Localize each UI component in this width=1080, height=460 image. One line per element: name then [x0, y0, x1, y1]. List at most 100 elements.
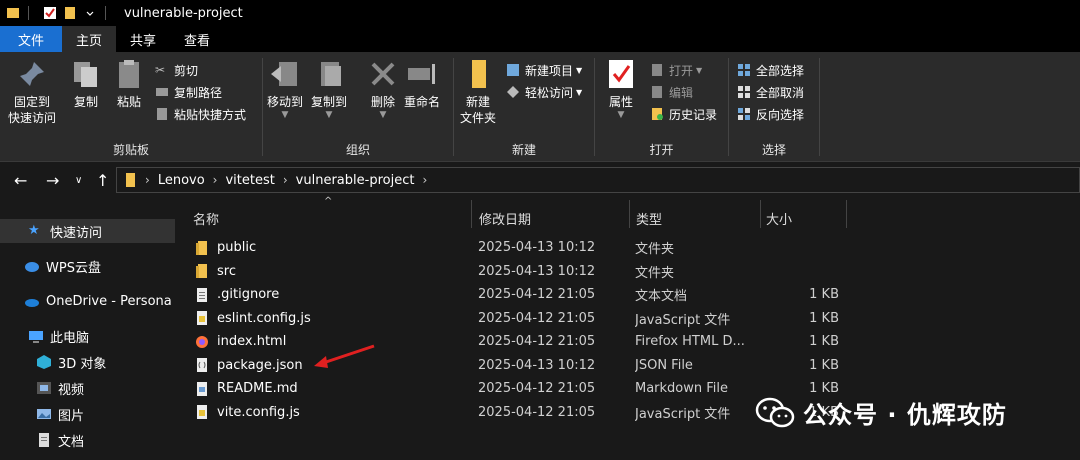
history-button[interactable]: 历史记录: [650, 104, 717, 124]
delete-x-icon: [371, 62, 395, 86]
tab-view[interactable]: 查看: [170, 26, 224, 52]
pin-to-quick-access-button[interactable]: 固定到 快速访问: [8, 58, 56, 126]
copy-to-button[interactable]: 复制到 ▼: [311, 58, 347, 120]
file-type: JSON File: [635, 357, 693, 373]
delete-button[interactable]: 删除 ▼: [367, 58, 399, 120]
open-group: 属性 ▼ 打开 ▼ 编辑 历史记录 打开: [595, 52, 728, 162]
address-row: ← → ∨ ↑ › Lenovo › vitetest › vulnerable…: [0, 163, 1080, 197]
open-button[interactable]: 打开 ▼: [650, 60, 702, 80]
file-name-cell[interactable]: README.md: [195, 377, 475, 401]
chevron-down-icon: ▼: [696, 65, 703, 75]
back-arrow-icon[interactable]: ←: [14, 171, 27, 190]
easy-access-icon: [507, 86, 519, 98]
markdown-file-icon: [195, 381, 209, 397]
copy-path-icon: [156, 88, 168, 96]
breadcrumb-lenovo[interactable]: Lenovo: [158, 173, 205, 188]
divider: [846, 200, 847, 228]
properties-check-icon[interactable]: [43, 6, 57, 20]
address-bar[interactable]: › Lenovo › vitetest › vulnerable-project…: [116, 167, 1080, 193]
select-none-label: 全部取消: [756, 85, 805, 100]
nav-documents[interactable]: 文档: [0, 428, 175, 452]
edit-button[interactable]: 编辑: [650, 82, 693, 102]
paste-button[interactable]: 粘贴: [113, 58, 145, 110]
computer-icon: [29, 331, 43, 343]
move-to-label: 移动到: [267, 95, 304, 109]
file-row[interactable]: public 2025-04-13 10:12 文件夹: [183, 236, 1080, 260]
new-folder-icon[interactable]: [63, 6, 77, 20]
select-all-button[interactable]: 全部选择: [737, 60, 804, 80]
nav-quick-access[interactable]: ★ 快速访问: [0, 219, 175, 243]
paste-shortcut-button[interactable]: 粘贴快捷方式: [155, 104, 246, 124]
column-header-date[interactable]: 修改日期: [479, 205, 629, 231]
organize-group: 移动到 ▼ 复制到 ▼ 删除 ▼ 重命名 组织: [263, 52, 453, 162]
nav-wps-label: WPS云盘: [46, 260, 101, 276]
select-group-label: 选择: [761, 143, 786, 157]
chevron-down-icon[interactable]: [83, 6, 97, 20]
file-date: 2025-04-13 10:12: [478, 357, 596, 373]
breadcrumb-separator: ›: [282, 173, 288, 187]
divider: [105, 6, 106, 20]
tab-home[interactable]: 主页: [62, 26, 117, 52]
new-folder-line2: 文件夹: [460, 111, 497, 125]
move-to-icon: [271, 62, 297, 86]
file-type: JavaScript 文件: [635, 312, 731, 328]
history-label: 历史记录: [669, 107, 718, 122]
up-arrow-icon[interactable]: ↑: [96, 171, 109, 190]
cut-button[interactable]: ✂ 剪切: [155, 60, 198, 80]
easy-access-button[interactable]: 轻松访问 ▼: [506, 82, 582, 102]
file-size: 1 KB: [809, 357, 839, 373]
copy-button[interactable]: 复制: [70, 58, 102, 110]
recent-locations-chevron-icon[interactable]: ∨: [75, 175, 82, 186]
file-name-cell[interactable]: .gitignore: [195, 283, 475, 307]
file-row[interactable]: src 2025-04-13 10:12 文件夹: [183, 260, 1080, 284]
new-item-button[interactable]: 新建项目 ▼: [506, 60, 582, 80]
cut-label: 剪切: [174, 63, 199, 78]
cube-icon: [37, 355, 51, 369]
folder-icon: [195, 263, 209, 279]
breadcrumb-separator: ›: [422, 173, 428, 187]
properties-button[interactable]: 属性 ▼: [605, 58, 637, 120]
new-folder-button[interactable]: 新建 文件夹: [460, 58, 496, 126]
folder-icon: [126, 173, 135, 187]
nav-this-pc[interactable]: 此电脑: [0, 324, 175, 348]
new-folder-icon: [472, 60, 486, 88]
firefox-icon: [195, 334, 209, 350]
move-to-button[interactable]: 移动到 ▼: [267, 58, 303, 120]
column-header-name[interactable]: 名称: [193, 205, 468, 231]
copy-path-button[interactable]: 复制路径: [155, 82, 222, 102]
chevron-down-icon: ▼: [281, 110, 289, 120]
breadcrumb-vitetest[interactable]: vitetest: [225, 173, 274, 188]
file-row[interactable]: .gitignore 2025-04-12 21:05 文本文档 1 KB: [183, 283, 1080, 307]
star-icon: ★: [28, 223, 40, 238]
file-name-cell[interactable]: eslint.config.js: [195, 307, 475, 331]
clipboard-group: 固定到 快速访问 复制 粘贴 ✂ 剪切 复制路径 粘贴快捷方式 剪贴板: [0, 52, 262, 162]
forward-arrow-icon[interactable]: →: [46, 171, 59, 190]
nav-wps-cloud[interactable]: WPS云盘: [0, 254, 175, 278]
tab-file[interactable]: 文件: [0, 26, 62, 52]
file-row[interactable]: eslint.config.js 2025-04-12 21:05 JavaScri…: [183, 307, 1080, 331]
breadcrumb-separator: ›: [145, 173, 150, 187]
breadcrumb-vulnerable-project[interactable]: vulnerable-project: [296, 173, 415, 188]
file-name-cell[interactable]: src: [195, 260, 475, 284]
nav-onedrive[interactable]: OneDrive - Persona: [0, 289, 175, 313]
js-file-icon: [195, 310, 209, 326]
film-icon: [37, 382, 51, 394]
file-date: 2025-04-12 21:05: [478, 334, 596, 350]
pin-label-line2: 快速访问: [8, 111, 57, 125]
column-header-type[interactable]: 类型: [636, 205, 756, 231]
nav-3d-objects[interactable]: 3D 对象: [0, 350, 175, 374]
file-name: public: [217, 240, 257, 256]
rename-button[interactable]: 重命名: [404, 58, 440, 110]
tab-share[interactable]: 共享: [116, 26, 170, 52]
wechat-icon: [755, 397, 795, 427]
nav-pictures[interactable]: 图片: [0, 402, 175, 426]
title-bar: vulnerable-project: [0, 0, 1080, 26]
ribbon-tabs: 文件 主页 共享 查看: [0, 26, 1080, 52]
column-header-size[interactable]: 大小: [766, 205, 846, 231]
file-name-cell[interactable]: public: [195, 236, 475, 260]
scissors-icon: ✂: [155, 63, 166, 77]
file-name-cell[interactable]: vite.config.js: [195, 401, 475, 425]
nav-videos[interactable]: 视频: [0, 376, 175, 400]
invert-selection-button[interactable]: 反向选择: [737, 104, 804, 124]
select-none-button[interactable]: 全部取消: [737, 82, 804, 102]
